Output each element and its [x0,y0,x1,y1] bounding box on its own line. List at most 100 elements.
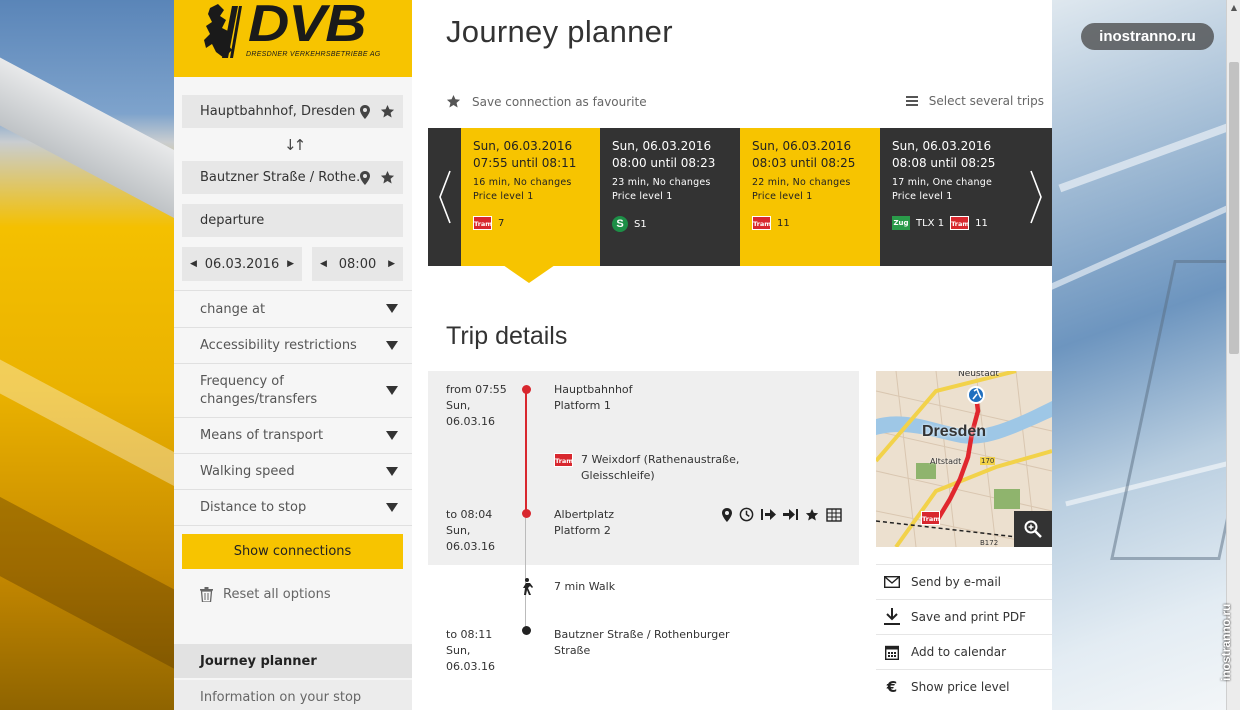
star-icon[interactable] [380,170,395,185]
swap-stops-icon[interactable]: ↓↑ [284,136,306,154]
caret-down-icon [386,502,398,512]
save-pdf-action[interactable]: Save and print PDF [876,599,1052,634]
caret-down-icon [386,430,398,440]
arrivals-icon[interactable] [783,508,798,521]
trip-details-title: Trip details [446,322,568,350]
final-stop-block: Bautzner Straße / Rothenburger Straße [554,627,730,659]
arrival-date: 06.03.16 [446,540,495,553]
show-connections-button[interactable]: Show connections [182,534,403,569]
action-label: Send by e-mail [911,575,1001,589]
to-field[interactable]: Bautzner Straße / Rothe… [182,161,403,194]
dvb-subtitle: DRESDNER VERKEHRSBETRIEBE AG [246,51,381,58]
connection-card[interactable]: Sun, 06.03.2016 08:00 until 08:23 23 min… [600,128,740,266]
line-number: S1 [634,218,647,230]
connection-time: 08:00 until 08:23 [612,156,716,170]
arrival-time-block: to 08:04 Sun, 06.03.16 [446,507,495,555]
nav-journey-planner[interactable]: Journey planner [174,644,412,678]
trip-actions: Send by e-mail Save and print PDF Add to… [876,564,1052,704]
time-prev-icon[interactable]: ◀ [320,259,327,269]
connection-time: 08:03 until 08:25 [752,156,856,170]
train-badge-icon: Zug [892,216,910,230]
option-frequency[interactable]: Frequency of changes/transfers [174,363,412,417]
departure-date: 06.03.16 [446,415,495,428]
connection-info: 17 min, One change [892,177,992,188]
option-walking-speed[interactable]: Walking speed [174,453,412,489]
from-field[interactable]: Hauptbahnhof, Dresden [182,95,403,128]
carousel-prev-button[interactable] [428,128,461,266]
connection-price: Price level 1 [752,191,813,202]
tram-badge-icon: Tram [554,453,573,467]
save-favourite-link[interactable]: Save connection as favourite [446,94,647,109]
date-next-icon[interactable]: ▶ [287,259,294,269]
departure-select[interactable]: departure [182,204,403,237]
from-value: Hauptbahnhof, Dresden [200,104,356,119]
lion-logo-icon [204,4,242,58]
clock-icon[interactable] [739,507,754,522]
departure-platform: Platform 1 [554,399,611,412]
departure-value: departure [200,213,265,228]
page-title: Journey planner [446,14,673,49]
arrival-platform: Platform 2 [554,524,611,537]
select-several-trips-link[interactable]: Select several trips [905,94,1044,108]
reset-label: Reset all options [223,587,331,602]
final-date: 06.03.16 [446,660,495,673]
selected-connection-pointer [503,265,555,283]
action-label: Show price level [911,680,1010,694]
route-map[interactable]: Dresden Neustadt Altstadt B172 170 Tram [876,371,1052,547]
nav-stop-information[interactable]: Information on your stop [174,680,412,710]
date-stepper[interactable]: ◀ 06.03.2016 ▶ [182,247,302,281]
option-distance-to-stop[interactable]: Distance to stop [174,489,412,526]
scrollbar-thumb[interactable] [1229,62,1239,354]
location-pin-icon[interactable] [722,507,732,522]
connection-card[interactable]: Sun, 06.03.2016 07:55 until 08:11 16 min… [461,128,600,266]
show-price-action[interactable]: € Show price level [876,669,1052,704]
zoom-in-icon [1024,520,1042,538]
departure-stop-block: Hauptbahnhof Platform 1 [554,382,633,414]
tram-badge-icon: Tram [473,216,492,230]
connection-card[interactable]: Sun, 06.03.2016 08:03 until 08:25 22 min… [740,128,880,266]
map-district-label: Neustadt [958,371,999,379]
connection-card[interactable]: Sun, 06.03.2016 08:08 until 08:25 17 min… [880,128,1019,266]
connection-time: 07:55 until 08:11 [473,156,577,170]
stop-dot [522,509,531,518]
caret-down-icon [386,304,398,313]
envelope-icon [884,576,900,588]
option-accessibility[interactable]: Accessibility restrictions [174,327,412,363]
scroll-up-icon[interactable]: ▲ [1227,0,1240,14]
location-pin-icon[interactable] [360,170,370,185]
time-next-icon[interactable]: ▶ [388,259,395,269]
tram-direction-line1: 7 Weixdorf (Rathenaustraße, [581,453,740,466]
final-time-block: to 08:11 Sun, 06.03.16 [446,627,495,675]
connections-carousel: Sun, 06.03.2016 07:55 until 08:11 16 min… [428,128,1052,266]
star-icon[interactable] [380,104,395,119]
final-stop-line2: Straße [554,644,591,657]
option-label: change at [200,301,266,317]
arrival-stop-block: Albertplatz Platform 2 [554,507,614,539]
departure-stop: Hauptbahnhof [554,383,633,396]
star-icon[interactable] [805,508,819,522]
send-email-action[interactable]: Send by e-mail [876,564,1052,599]
dvb-logo[interactable]: DVB DRESDNER VERKEHRSBETRIEBE AG [174,0,412,77]
date-prev-icon[interactable]: ◀ [190,259,197,269]
option-label: Walking speed [200,464,295,479]
departures-icon[interactable] [761,508,776,521]
option-means-of-transport[interactable]: Means of transport [174,417,412,453]
map-zoom-button[interactable] [1014,511,1052,547]
arrival-day: Sun, [446,524,471,537]
carousel-next-button[interactable] [1019,128,1052,266]
option-label: Frequency of changes/transfers [200,373,318,407]
map-road-label: B172 [980,539,999,547]
s-bahn-badge-icon: S [612,216,628,232]
line-number: TLX 1 [916,217,945,229]
stop-map-icon[interactable] [826,507,842,522]
connection-date: Sun, 06.03.2016 [892,139,992,153]
euro-icon: € [886,678,898,696]
add-calendar-action[interactable]: Add to calendar [876,634,1052,669]
option-change-at[interactable]: change at [174,290,412,327]
reset-options-link[interactable]: Reset all options [200,587,331,602]
sidebar: DVB DRESDNER VERKEHRSBETRIEBE AG Hauptba… [174,0,412,710]
option-label: Accessibility restrictions [200,338,357,353]
trash-icon [200,587,213,602]
time-stepper[interactable]: ◀ 08:00 ▶ [312,247,403,281]
location-pin-icon[interactable] [360,104,370,119]
